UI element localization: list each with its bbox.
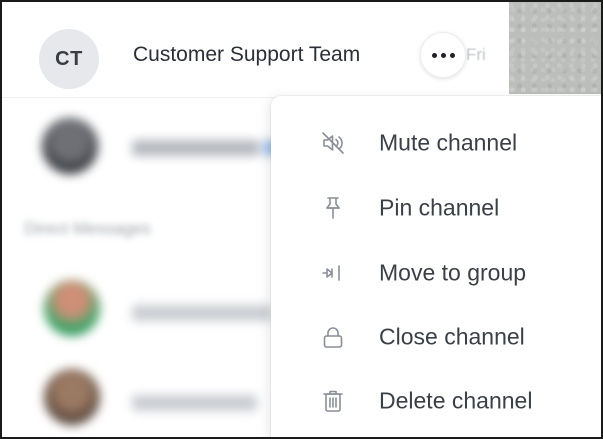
menu-item-mute-channel[interactable]: Mute channel xyxy=(271,115,601,171)
avatar xyxy=(44,369,100,425)
menu-item-label: Mute channel xyxy=(379,129,518,156)
menu-item-label: Pin channel xyxy=(379,194,500,221)
blurred-name xyxy=(132,395,257,411)
channel-options-menu: Mute channel Pin channel Move to group C… xyxy=(271,96,601,437)
menu-item-label: Delete channel xyxy=(379,387,533,414)
trash-icon xyxy=(320,388,346,414)
blurred-name xyxy=(132,140,260,156)
avatar xyxy=(42,118,98,174)
avatar: CT xyxy=(39,29,99,89)
menu-item-move-to-group[interactable]: Move to group xyxy=(271,245,601,301)
lock-icon xyxy=(320,324,346,350)
channel-title: Customer Support Team xyxy=(133,43,361,66)
timestamp: Fri xyxy=(466,45,486,64)
section-label-direct-messages: Direct Messages xyxy=(24,219,151,238)
app-frame: Direct Messages CT Customer Support Team… xyxy=(0,0,603,439)
avatar xyxy=(44,280,100,336)
blurred-image-thumbnail xyxy=(509,2,601,94)
pin-icon xyxy=(320,195,346,221)
channel-header-row[interactable]: CT Customer Support Team Fri xyxy=(2,2,507,97)
menu-item-pin-channel[interactable]: Pin channel xyxy=(271,180,601,236)
menu-item-label: Close channel xyxy=(379,323,525,350)
menu-item-close-channel[interactable]: Close channel xyxy=(271,309,601,365)
mute-icon xyxy=(320,130,346,156)
more-options-button[interactable] xyxy=(420,32,466,78)
menu-item-delete-channel[interactable]: Delete channel xyxy=(271,373,601,429)
menu-item-label: Move to group xyxy=(379,259,527,286)
more-horizontal-icon xyxy=(431,52,455,58)
move-to-group-icon xyxy=(320,260,346,286)
blurred-name xyxy=(132,305,272,321)
